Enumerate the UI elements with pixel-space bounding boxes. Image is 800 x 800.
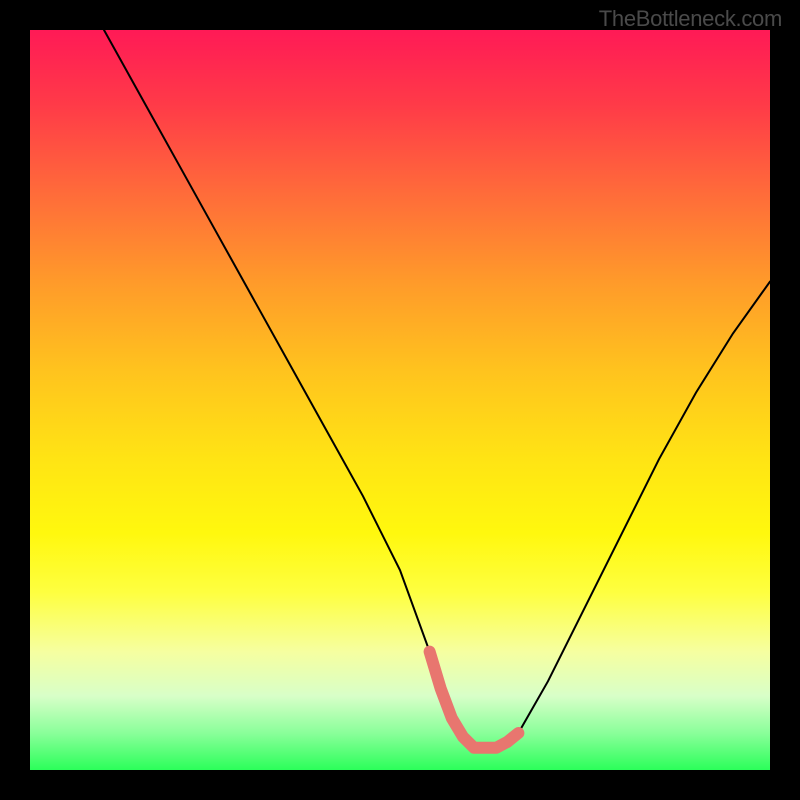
plot-area <box>30 30 770 770</box>
watermark-text: TheBottleneck.com <box>599 6 782 32</box>
chart-frame: TheBottleneck.com <box>0 0 800 800</box>
optimal-range-highlight <box>430 652 519 748</box>
bottleneck-curve-line <box>104 30 770 748</box>
curve-layer <box>30 30 770 770</box>
